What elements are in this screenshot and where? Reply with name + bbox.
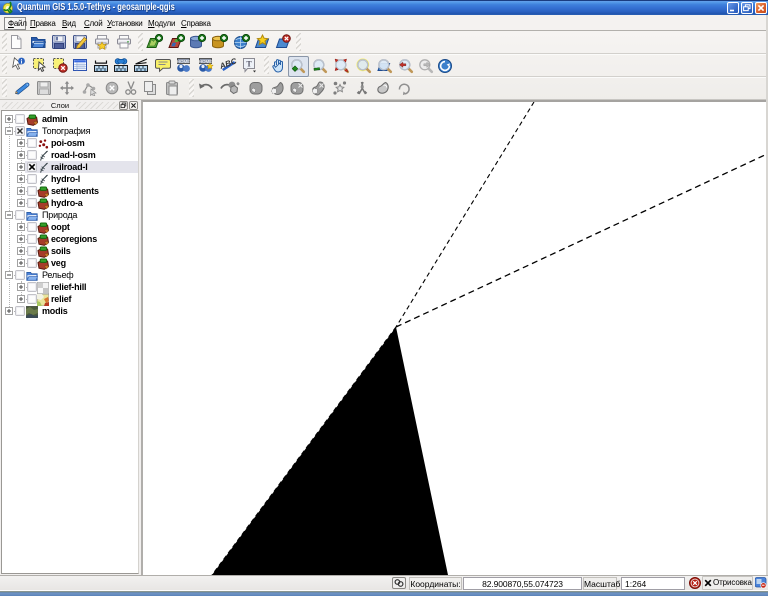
svg-text:T: T [246, 60, 252, 69]
svg-text:ABC: ABC [220, 57, 238, 71]
svg-text:HOME: HOME [177, 59, 191, 64]
svg-text:i: i [21, 58, 23, 65]
